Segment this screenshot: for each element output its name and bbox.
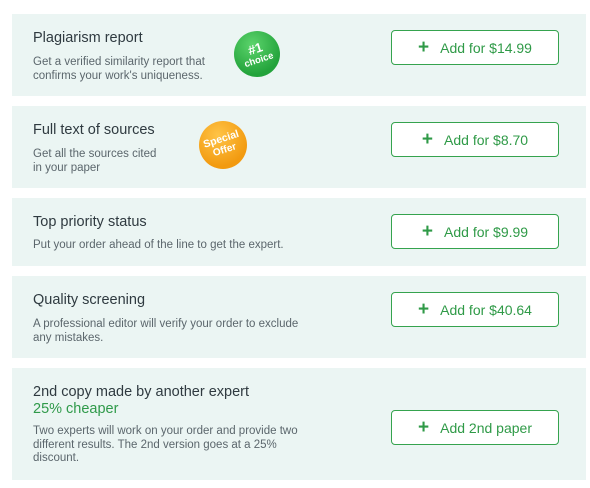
button-label: Add 2nd paper: [440, 419, 532, 436]
button-label: Add for $8.70: [444, 131, 529, 148]
service-title: Plagiarism report: [33, 30, 143, 46]
description-line: Put your order ahead of the line to get …: [33, 239, 284, 251]
service-title: Full text of sources: [33, 122, 155, 138]
service-card-second-copy: 2nd copy made by another expert 25% chea…: [12, 368, 586, 480]
description-line: A professional editor will verify your o…: [33, 318, 299, 330]
service-card-full-text-sources: Full text of sources Get all the sources…: [12, 106, 586, 188]
add-second-paper-button[interactable]: + Add 2nd paper: [391, 410, 559, 445]
plus-icon: +: [418, 299, 430, 320]
discount-subtitle: 25% cheaper: [33, 401, 119, 417]
service-description: A professional editor will verify your o…: [33, 318, 298, 345]
service-title: Top priority status: [33, 214, 147, 230]
plus-icon: +: [418, 417, 430, 438]
add-top-priority-button[interactable]: + Add for $9.99: [391, 214, 559, 249]
description-line: different results. The 2nd version goes …: [33, 438, 277, 451]
service-description: Get all the sources cited in your paper: [33, 148, 156, 175]
plus-icon: +: [418, 37, 430, 58]
description-line: Get all the sources cited: [33, 148, 157, 160]
service-description: Get a verified similarity report that co…: [33, 56, 205, 83]
special-offer-badge: Special Offer: [199, 121, 247, 169]
description-line: Get a verified similarity report that: [33, 56, 205, 68]
description-line: in your paper: [33, 161, 101, 174]
service-card-top-priority: Top priority status Put your order ahead…: [12, 198, 586, 266]
description-line: any mistakes.: [33, 331, 104, 344]
plus-icon: +: [421, 129, 434, 150]
service-card-quality-screening: Quality screening A professional editor …: [12, 276, 586, 358]
button-label: Add for $9.99: [444, 223, 529, 240]
description-line: Two experts will work on your order and …: [33, 425, 298, 437]
description-line: discount.: [33, 452, 80, 464]
service-description: Two experts will work on your order and …: [33, 425, 298, 466]
service-title: 2nd copy made by another expert: [33, 384, 250, 400]
service-card-plagiarism-report: Plagiarism report Get a verified similar…: [12, 14, 586, 96]
add-quality-screening-button[interactable]: + Add for $40.64: [391, 292, 559, 327]
add-plagiarism-report-button[interactable]: + Add for $14.99: [391, 30, 559, 65]
service-title: Quality screening: [33, 292, 146, 308]
button-label: Add for $14.99: [440, 39, 532, 56]
service-description: Put your order ahead of the line to get …: [33, 239, 284, 253]
add-full-text-sources-button[interactable]: + Add for $8.70: [391, 122, 559, 157]
best-choice-badge: #1 choice: [234, 31, 280, 77]
button-label: Add for $40.64: [440, 301, 532, 318]
plus-icon: +: [421, 221, 434, 242]
description-line: confirms your work's uniqueness.: [33, 69, 203, 82]
